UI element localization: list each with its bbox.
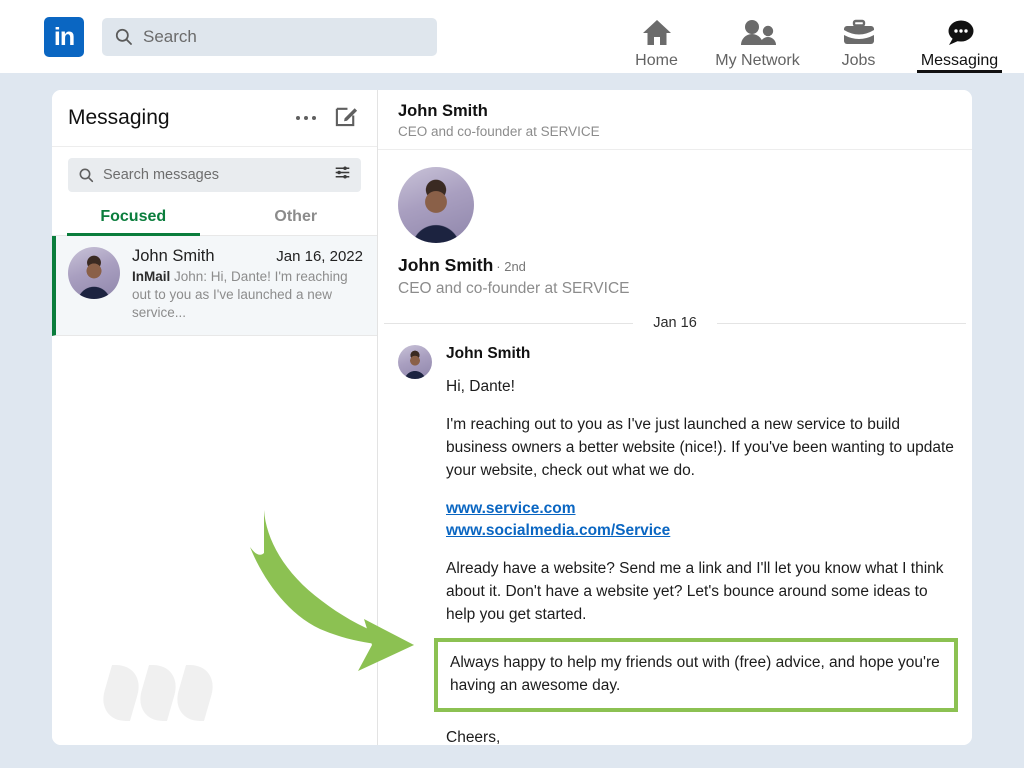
people-icon: [738, 14, 778, 48]
message-link-1[interactable]: www.service.com: [446, 498, 958, 520]
tab-focused-label: Focused: [100, 208, 166, 225]
home-icon: [641, 14, 673, 48]
nav-item-my-network[interactable]: My Network: [707, 0, 808, 73]
decorative-watermark: [104, 665, 212, 721]
conversation-snippet: InMail John: Hi, Dante! I'm reaching out…: [132, 268, 363, 322]
message-paragraph-2: Already have a website? Send me a link a…: [446, 557, 958, 626]
tab-other[interactable]: Other: [215, 208, 378, 235]
tab-focused[interactable]: Focused: [52, 208, 215, 235]
message-sender-name: John Smith: [446, 345, 958, 363]
nav-items-group: Home My Network: [606, 0, 1010, 73]
conversation-search-wrap: Search messages: [52, 147, 377, 192]
message-links: www.service.com www.socialmedia.com/Serv…: [446, 498, 958, 542]
nav-label-jobs: Jobs: [842, 51, 876, 71]
top-navigation-bar: in Search Home: [0, 0, 1024, 73]
avatar[interactable]: [398, 345, 432, 379]
conversation-list-item[interactable]: John Smith Jan 16, 2022 InMail John: Hi,…: [52, 236, 377, 336]
more-options-icon[interactable]: [296, 116, 316, 120]
search-messages-placeholder: Search messages: [103, 167, 334, 183]
nav-label-my-network: My Network: [715, 51, 799, 71]
profile-subtitle: CEO and co-founder at SERVICE: [398, 280, 972, 298]
active-tab-underline: [917, 70, 1002, 73]
message-bubble-icon: [942, 14, 978, 48]
global-search-input[interactable]: Search: [102, 18, 437, 56]
nav-item-home[interactable]: Home: [606, 0, 707, 73]
profile-name-text: John Smith: [398, 255, 493, 275]
date-divider-label: Jan 16: [633, 315, 717, 331]
thread-header: John Smith CEO and co-founder at SERVICE: [378, 90, 972, 150]
global-search-placeholder: Search: [143, 27, 197, 47]
panel-title: Messaging: [68, 106, 296, 130]
search-icon: [114, 27, 133, 46]
filter-sliders-icon[interactable]: [334, 164, 351, 186]
linkedin-logo[interactable]: in: [44, 17, 84, 57]
conversation-name: John Smith: [132, 247, 276, 266]
message-link-2[interactable]: www.socialmedia.com/Service: [446, 520, 958, 542]
conversation-date: Jan 16, 2022: [276, 248, 363, 265]
nav-label-messaging: Messaging: [921, 51, 998, 71]
message-greeting: Hi, Dante!: [446, 375, 958, 398]
compose-icon[interactable]: [334, 103, 359, 133]
message-item: John Smith Hi, Dante! I'm reaching out t…: [378, 331, 972, 745]
thread-profile-block: John Smith· 2nd CEO and co-founder at SE…: [378, 150, 972, 298]
avatar[interactable]: [398, 167, 474, 243]
thread-header-name: John Smith: [398, 102, 972, 121]
inbox-tabs: Focused Other: [52, 208, 377, 236]
thread-header-subtitle: CEO and co-founder at SERVICE: [398, 124, 972, 139]
conversation-list-header: Messaging: [52, 90, 377, 147]
tab-other-label: Other: [274, 208, 317, 225]
search-icon: [78, 167, 94, 183]
highlighted-annotation-box: Always happy to help my friends out with…: [434, 638, 958, 712]
message-signoff: Cheers, John Smith: [446, 727, 958, 745]
message-thread-panel: John Smith CEO and co-founder at SERVICE…: [378, 90, 972, 745]
page-root: in Search Home: [0, 0, 1024, 768]
signoff-line-1: Cheers,: [446, 727, 958, 745]
nav-item-jobs[interactable]: Jobs: [808, 0, 909, 73]
inmail-badge: InMail: [132, 269, 170, 284]
divider-line-left: [384, 323, 633, 324]
search-messages-input[interactable]: Search messages: [68, 158, 361, 192]
message-paragraph-1: I'm reaching out to you as I've just lau…: [446, 413, 958, 482]
divider-line-right: [717, 323, 966, 324]
message-highlighted-paragraph: Always happy to help my friends out with…: [450, 651, 944, 697]
date-divider: Jan 16: [378, 315, 972, 331]
conversation-list-panel: Messaging: [52, 90, 378, 745]
avatar: [68, 247, 120, 299]
connection-degree: · 2nd: [496, 259, 526, 274]
nav-label-home: Home: [635, 51, 678, 71]
briefcase-icon: [842, 14, 876, 48]
nav-item-messaging[interactable]: Messaging: [909, 0, 1010, 73]
profile-name[interactable]: John Smith· 2nd: [398, 255, 972, 276]
messaging-card: Messaging: [52, 90, 972, 745]
